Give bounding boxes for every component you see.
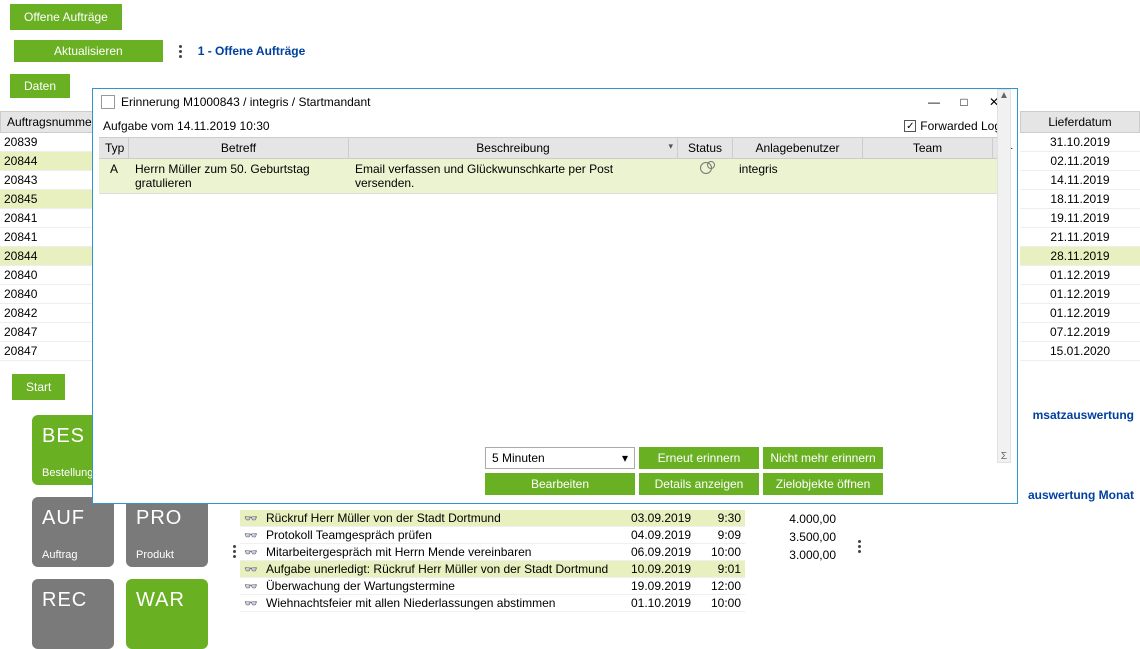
task-row[interactable]: 👓Protokoll Teamgespräch prüfen04.09.2019… [240,527,745,544]
delivery-date-cell[interactable]: 02.11.2019 [1020,152,1140,171]
link-umsatzauswertung[interactable]: msatzauswertung [1033,408,1134,422]
open-targets-button[interactable]: Zielobjekte öffnen [763,473,883,495]
col-header-anlagebenutzer[interactable]: Anlagebenutzer [733,138,863,158]
chevron-down-icon: ▾ [622,451,628,465]
delivery-date-cell[interactable]: 01.12.2019 [1020,304,1140,323]
task-row[interactable]: 👓Überwachung der Wartungstermine19.09.20… [240,578,745,595]
dialog-subtitle: Aufgabe vom 14.11.2019 10:30 [103,119,270,133]
delivery-date-cell[interactable]: 14.11.2019 [1020,171,1140,190]
delivery-date-cell[interactable]: 19.11.2019 [1020,209,1140,228]
reminder-row[interactable]: A Herrn Müller zum 50. Geburtstag gratul… [99,159,1011,194]
glasses-icon: 👓 [240,563,262,576]
delivery-date-cell[interactable]: 18.11.2019 [1020,190,1140,209]
cell-team [863,159,993,193]
task-row[interactable]: 👓Wiehnachtsfeier mit allen Niederlassung… [240,595,745,612]
cell-betreff: Herrn Müller zum 50. Geburtstag gratulie… [129,159,349,193]
col-header-delivery-date[interactable]: Lieferdatum [1020,111,1140,133]
tab-daten[interactable]: Daten [10,74,70,98]
tile-war[interactable]: WAR [126,579,208,649]
value-cell: 4.000,00 [770,510,840,528]
open-orders-link[interactable]: 1 - Offene Aufträge [198,44,306,58]
col-header-beschreibung[interactable]: Beschreibung▾ [349,138,678,158]
glasses-icon: 👓 [240,597,262,610]
col-header-betreff[interactable]: Betreff [129,138,349,158]
forwarded-logs-label: Forwarded Logs [920,119,1007,133]
tab-start[interactable]: Start [12,374,65,400]
details-button[interactable]: Details anzeigen [639,473,759,495]
col-header-typ[interactable]: Typ [99,138,129,158]
refresh-button[interactable]: Aktualisieren [14,40,163,62]
menu-dots-icon[interactable] [173,45,188,58]
tile-pro[interactable]: PROProdukt [126,497,208,567]
cell-status [678,159,733,193]
task-list: 👓Rückruf Herr Müller von der Stadt Dortm… [240,510,745,612]
task-row[interactable]: 👓Aufgabe unerledigt: Rückruf Herr Müller… [240,561,745,578]
value-cell: 3.000,00 [770,546,840,564]
maximize-button[interactable]: □ [949,93,979,111]
cell-typ: A [99,159,129,193]
dialog-title: Erinnerung M1000843 / integris / Startma… [121,95,370,109]
cell-beschreibung: Email verfassen und Glückwunschkarte per… [349,159,678,193]
delivery-date-cell[interactable]: 01.12.2019 [1020,285,1140,304]
glasses-icon: 👓 [240,546,262,559]
task-row[interactable]: 👓Mitarbeitergespräch mit Herrn Mende ver… [240,544,745,561]
delivery-date-cell[interactable]: 31.10.2019 [1020,133,1140,152]
status-icon [700,162,712,174]
glasses-icon: 👓 [240,512,262,525]
dialog-icon [101,95,115,109]
reminder-dialog: Erinnerung M1000843 / integris / Startma… [92,88,1018,504]
tile-rec[interactable]: REC [32,579,114,649]
menu-dots-icon[interactable] [227,545,242,558]
link-auswertung-monat[interactable]: auswertung Monat [1028,488,1134,502]
task-row[interactable]: 👓Rückruf Herr Müller von der Stadt Dortm… [240,510,745,527]
delivery-date-cell[interactable]: 21.11.2019 [1020,228,1140,247]
delivery-date-cell[interactable]: 01.12.2019 [1020,266,1140,285]
menu-dots-icon[interactable] [852,540,867,553]
col-header-status[interactable]: Status [678,138,733,158]
forwarded-logs-checkbox[interactable]: ✓ [904,120,916,132]
minimize-button[interactable]: — [919,93,949,111]
snooze-dropdown[interactable]: 5 Minuten▾ [485,447,635,469]
tile-auf[interactable]: AUFAuftrag [32,497,114,567]
delivery-date-cell[interactable]: 28.11.2019 [1020,247,1140,266]
no-more-remind-button[interactable]: Nicht mehr erinnern [763,447,883,469]
delivery-date-cell[interactable]: 07.12.2019 [1020,323,1140,342]
scrollbar[interactable]: ▲Σ [997,89,1011,463]
delivery-date-column: Lieferdatum 31.10.201902.11.201914.11.20… [1020,111,1140,361]
remind-again-button[interactable]: Erneut erinnern [639,447,759,469]
delivery-date-cell[interactable]: 15.01.2020 [1020,342,1140,361]
tab-open-orders[interactable]: Offene Aufträge [10,4,122,30]
edit-button[interactable]: Bearbeiten [485,473,635,495]
value-cell: 3.500,00 [770,528,840,546]
glasses-icon: 👓 [240,529,262,542]
sort-indicator-icon: ▾ [668,141,673,152]
cell-user: integris [733,159,863,193]
glasses-icon: 👓 [240,580,262,593]
col-header-team[interactable]: Team [863,138,993,158]
value-column: 4.000,003.500,003.000,00 [770,510,840,564]
